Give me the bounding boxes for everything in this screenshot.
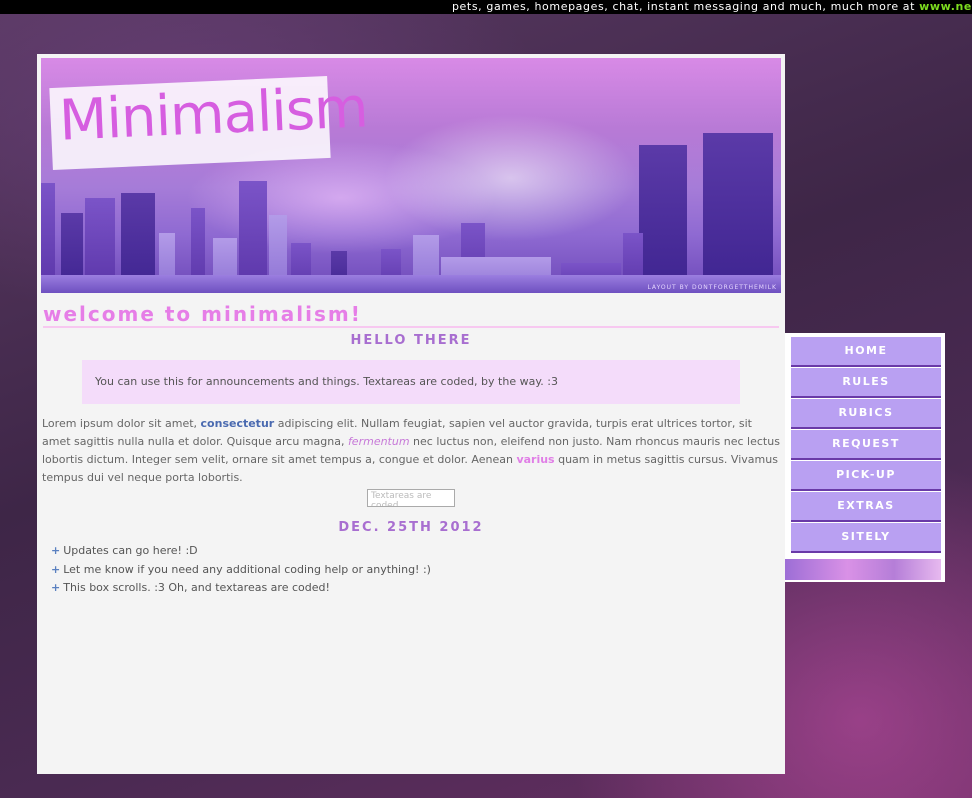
list-item: + This box scrolls. :3 Oh, and textareas … (51, 579, 431, 598)
nav-extras[interactable]: EXTRAS (791, 492, 941, 522)
main-content: Minimalism LAYOUT BY DONTFORGETTHEMILK w… (37, 54, 785, 774)
nav-sitely[interactable]: SITELY (791, 523, 941, 553)
ad-banner-link[interactable]: www.ne (919, 0, 972, 13)
announcement-box: You can use this for announcements and t… (82, 360, 740, 404)
list-item-text: Updates can go here! :D (63, 544, 198, 557)
ad-banner[interactable]: pets, games, homepages, chat, instant me… (0, 0, 972, 14)
skyline-building (639, 145, 687, 293)
plus-icon: + (51, 562, 61, 576)
skyline-building (703, 133, 773, 293)
paragraph-italic-text: fermentum (347, 435, 410, 448)
list-item-text: This box scrolls. :3 Oh, and textareas a… (63, 581, 330, 594)
plus-icon: + (51, 544, 61, 557)
nav-rules[interactable]: RULES (791, 368, 941, 398)
layout-credit: LAYOUT BY DONTFORGETTHEMILK (647, 284, 777, 291)
list-item-text: Let me know if you need any additional c… (63, 562, 431, 576)
header-banner: Minimalism LAYOUT BY DONTFORGETTHEMILK (41, 58, 781, 293)
nav-home[interactable]: HOME (791, 337, 941, 367)
section-heading-hello: HELLO THERE (350, 333, 472, 348)
paragraph-text: Lorem ipsum dolor sit amet, (42, 417, 201, 430)
ad-banner-text: pets, games, homepages, chat, instant me… (451, 0, 920, 13)
paragraph-bold-text: consectetur (200, 417, 275, 430)
section-heading-date: DEC. 25TH 2012 (338, 520, 484, 535)
nav-decoration (785, 559, 941, 580)
sidebar-nav: HOME RULES RUBICS REQUEST PICK-UP EXTRAS… (785, 333, 945, 582)
page-title: welcome to minimalism! (43, 302, 362, 326)
list-item: + Let me know if you need any additional … (51, 561, 431, 580)
updates-list[interactable]: + Updates can go here! :D + Let me know if… (51, 542, 431, 598)
title-divider (43, 326, 779, 328)
nav-request[interactable]: REQUEST (791, 430, 941, 460)
list-item: + Updates can go here! :D (51, 542, 431, 561)
sample-textarea[interactable]: Textareas are coded (367, 489, 455, 507)
nav-pick-up[interactable]: PICK-UP (791, 461, 941, 491)
site-logo: Minimalism (57, 75, 369, 154)
paragraph-highlight-text: varius (516, 453, 555, 466)
plus-icon: + (51, 581, 61, 594)
nav-rubics[interactable]: RUBICS (791, 399, 941, 429)
body-paragraph: Lorem ipsum dolor sit amet, consectetur … (42, 415, 780, 487)
